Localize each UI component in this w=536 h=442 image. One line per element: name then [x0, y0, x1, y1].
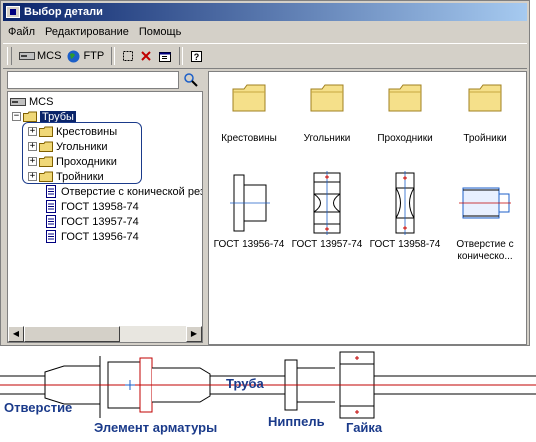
delete-icon: [141, 51, 151, 61]
tree-item-file[interactable]: ГОСТ 13957-74: [46, 214, 139, 229]
drive-icon: [19, 52, 35, 60]
toolbar-grip: [7, 47, 12, 65]
folder-label: Тройники: [463, 133, 507, 144]
document-icon: [46, 215, 56, 228]
tree-item-mcs[interactable]: MCS: [10, 94, 53, 109]
app-icon: [6, 6, 20, 18]
document-icon: [46, 200, 56, 213]
title-bar[interactable]: Выбор детали: [3, 3, 527, 21]
search-icon: [184, 73, 198, 87]
ftp-button[interactable]: FTP: [64, 46, 107, 66]
toolbar-separator: [179, 47, 184, 65]
diagram-label: Элемент арматуры: [94, 420, 218, 435]
toolbar: MCS FTP ?: [3, 43, 527, 69]
part-item[interactable]: Отверстие с коническо...: [445, 170, 525, 263]
tree-item-label: ГОСТ 13958-74: [61, 200, 139, 213]
nipple-fitting-icon: [395, 171, 415, 235]
tree-item-label: ГОСТ 13957-74: [61, 215, 139, 228]
folder-item[interactable]: Проходники: [365, 84, 445, 145]
menu-edit[interactable]: Редактирование: [40, 26, 134, 38]
mcs-button[interactable]: MCS: [16, 46, 64, 66]
tree-item-label: MCS: [29, 95, 54, 108]
tree-item-label: Трубы: [40, 110, 76, 123]
diagram-label: Ниппель: [268, 414, 325, 429]
drive-icon: [10, 97, 26, 106]
help-button[interactable]: ?: [187, 46, 206, 66]
menu-bar: Файл Редактирование Помощь: [3, 23, 527, 41]
menu-file[interactable]: Файл: [3, 26, 40, 38]
part-selection-window: Выбор детали Файл Редактирование Помощь …: [0, 0, 530, 346]
collapse-icon[interactable]: −: [12, 112, 21, 121]
items-view: Крестовины Угольники Проходники Тройники…: [208, 71, 527, 345]
tree-item-file[interactable]: ГОСТ 13956-74: [46, 229, 139, 244]
mcs-label: MCS: [37, 50, 62, 62]
tree-item-file[interactable]: ГОСТ 13958-74: [46, 199, 139, 214]
part-item[interactable]: ГОСТ 13956-74: [209, 170, 289, 251]
horizontal-scrollbar[interactable]: ◀ ▶: [8, 326, 202, 342]
folder-tree: MCS − Трубы + Крестовины + Угольники + П…: [7, 91, 203, 343]
folder-icon: [232, 84, 266, 112]
globe-icon: [67, 50, 80, 62]
left-pane: MCS − Трубы + Крестовины + Угольники + П…: [5, 71, 205, 345]
part-item[interactable]: ГОСТ 13958-74: [365, 170, 445, 251]
menu-help[interactable]: Помощь: [134, 26, 187, 38]
folder-icon: [468, 84, 502, 112]
folder-icon: [388, 84, 422, 112]
folder-item[interactable]: Крестовины: [209, 84, 289, 145]
part-label: ГОСТ 13956-74: [213, 239, 285, 250]
document-icon: [46, 230, 56, 243]
document-icon: [46, 185, 56, 198]
tree-item-label: Отверстие с конической рез: [61, 185, 203, 198]
scroll-left-icon[interactable]: ◀: [8, 326, 24, 342]
folder-open-icon: [23, 111, 37, 122]
diagram-label: Гайка: [346, 420, 383, 435]
folder-label: Крестовины: [221, 133, 277, 144]
tree-item-label: ГОСТ 13956-74: [61, 230, 139, 243]
search-input[interactable]: [7, 71, 179, 89]
new-folder-button[interactable]: [119, 46, 137, 66]
part-label: ГОСТ 13957-74: [291, 239, 363, 250]
help-icon: ?: [191, 50, 203, 62]
scroll-thumb[interactable]: [24, 326, 120, 342]
diagram-label: Отверстие: [4, 400, 73, 415]
delete-button[interactable]: [137, 46, 155, 66]
folder-label: Проходники: [377, 133, 433, 144]
folder-item[interactable]: Угольники: [287, 84, 367, 145]
select-icon: [123, 51, 134, 61]
ftp-label: FTP: [83, 50, 105, 62]
fitting-end-icon: [230, 174, 270, 232]
properties-icon: [159, 51, 172, 62]
part-label: Отверстие с: [456, 239, 514, 250]
tapered-hole-icon: [459, 187, 511, 219]
part-label: ГОСТ 13958-74: [369, 239, 441, 250]
nut-fitting-icon: [313, 171, 341, 235]
folder-icon: [310, 84, 344, 112]
window-title: Выбор детали: [24, 6, 103, 18]
search-button[interactable]: [181, 71, 201, 89]
scroll-right-icon[interactable]: ▶: [186, 326, 202, 342]
toolbar-separator: [111, 47, 116, 65]
diagram-label: Труба: [226, 376, 264, 391]
part-label: коническо...: [457, 251, 513, 262]
properties-button[interactable]: [155, 46, 175, 66]
svg-text:?: ?: [194, 52, 200, 62]
folder-label: Угольники: [303, 133, 351, 144]
folder-item[interactable]: Тройники: [445, 84, 525, 145]
highlight-frame: [22, 122, 142, 184]
part-item[interactable]: ГОСТ 13957-74: [287, 170, 367, 251]
tree-item-file[interactable]: Отверстие с конической рез: [46, 184, 203, 199]
